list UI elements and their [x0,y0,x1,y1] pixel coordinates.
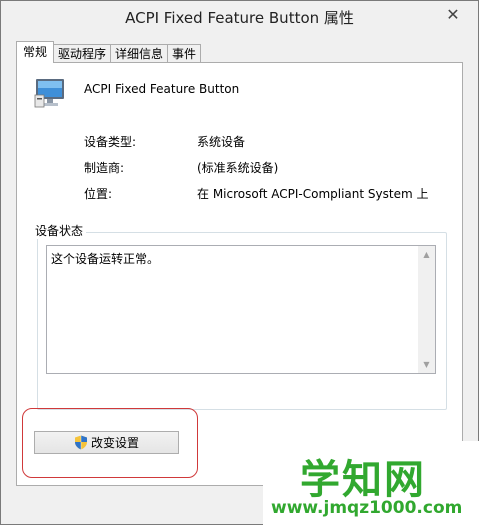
site-watermark: 学知网 www.jmqz1000.com [263,441,479,525]
monitor-device-icon [34,79,64,108]
tab-events[interactable]: 事件 [167,44,202,63]
scroll-up-icon[interactable]: ▲ [418,246,435,263]
uac-shield-icon [74,435,87,450]
location-label: 位置: [84,187,113,201]
tab-general[interactable]: 常规 [16,41,55,63]
device-type-value: 系统设备 [197,135,246,149]
device-status-textbox[interactable]: 这个设备运转正常。 ▲ ▼ [46,245,436,374]
watermark-logo-text: 学知网 [300,457,426,503]
scroll-down-icon[interactable]: ▼ [418,356,435,373]
properties-dialog: ACPI Fixed Feature Button 属性 ✕ 常规 驱动程序 详… [0,0,479,525]
device-status-title: 设备状态 [32,222,87,239]
watermark-url: www.jmqz1000.com [271,498,463,518]
change-settings-label: 改变设置 [90,436,139,450]
manufacturer-label: 制造商: [84,161,125,175]
change-settings-button[interactable]: 改变设置 [34,431,179,454]
tab-details[interactable]: 详细信息 [110,44,169,63]
location-value: 在 Microsoft ACPI-Compliant System 上 [197,187,429,201]
device-status-text: 这个设备运转正常。 [51,252,160,266]
status-scrollbar[interactable]: ▲ ▼ [418,246,435,373]
manufacturer-value: (标准系统设备) [197,161,279,175]
window-title: ACPI Fixed Feature Button 属性 [125,9,354,27]
device-name: ACPI Fixed Feature Button [84,82,240,96]
tab-strip: 常规 驱动程序 详细信息 事件 [16,41,202,63]
close-icon: ✕ [446,4,460,24]
tab-driver[interactable]: 驱动程序 [53,44,112,63]
device-type-label: 设备类型: [84,135,137,149]
close-button[interactable]: ✕ [442,3,464,25]
title-bar: ACPI Fixed Feature Button 属性 ✕ [1,1,478,35]
general-tab-panel: ACPI Fixed Feature Button 设备类型: 系统设备 制造商… [16,62,463,486]
